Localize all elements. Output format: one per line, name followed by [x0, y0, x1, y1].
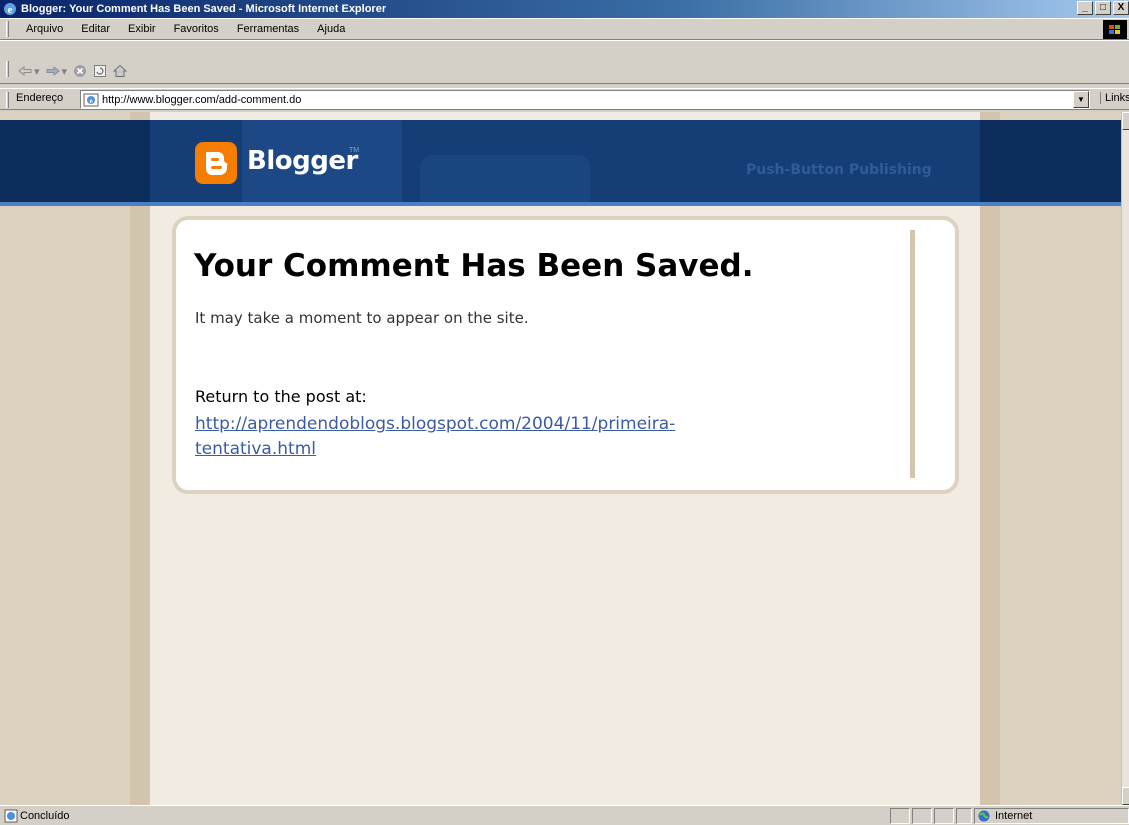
- forward-arrow-icon: [46, 66, 60, 76]
- status-text: Concluído: [20, 810, 70, 822]
- blogger-header: Blogger TM Push-Button Publishing: [0, 120, 1129, 206]
- stop-icon: [74, 65, 87, 77]
- status-bar: Concluído Internet: [0, 805, 1129, 825]
- right-shade: [980, 112, 1000, 805]
- confirmation-card: Your Comment Has Been Saved. It may take…: [172, 216, 959, 494]
- trademark-mark: TM: [349, 147, 360, 154]
- internet-zone-icon: [978, 810, 990, 822]
- blogger-logo-text[interactable]: Blogger: [247, 146, 358, 176]
- return-label: Return to the post at:: [195, 387, 367, 406]
- title-bar: e Blogger: Your Comment Has Been Saved -…: [0, 0, 1129, 18]
- menu-grip[interactable]: [6, 21, 9, 37]
- menu-ferramentas[interactable]: Ferramentas: [226, 23, 306, 35]
- window-controls: _ □ X: [1075, 1, 1129, 15]
- menu-exibir[interactable]: Exibir: [117, 23, 163, 35]
- scroll-up-button[interactable]: [1122, 112, 1129, 130]
- refresh-button[interactable]: [93, 64, 107, 78]
- page-done-icon: [4, 809, 18, 823]
- toolbar-grip[interactable]: [6, 61, 9, 77]
- address-bar: Endereço e ▼ Links: [0, 88, 1129, 110]
- windows-logo-icon: [1103, 20, 1127, 39]
- home-button[interactable]: [113, 64, 128, 78]
- menu-bar: Arquivo Editar Exibir Favoritos Ferramen…: [0, 18, 1129, 40]
- vertical-scrollbar[interactable]: [1121, 112, 1129, 805]
- status-panel: [912, 808, 932, 824]
- refresh-icon: [94, 65, 107, 77]
- menu-editar[interactable]: Editar: [70, 23, 117, 35]
- zone-text: Internet: [995, 810, 1033, 822]
- address-dropdown-button[interactable]: ▼: [1073, 91, 1089, 108]
- tagline: Push-Button Publishing: [746, 162, 932, 178]
- left-shade: [130, 112, 150, 805]
- back-arrow-icon: [18, 66, 32, 76]
- status-panel: [956, 808, 972, 824]
- status-panel: [890, 808, 910, 824]
- address-input[interactable]: [102, 92, 1052, 107]
- page-viewport: Blogger TM Push-Button Publishing Your C…: [0, 112, 1129, 805]
- post-link-line2: tentativa.html: [195, 439, 316, 459]
- address-grip[interactable]: [6, 92, 9, 108]
- header-decoration: [420, 155, 590, 202]
- maximize-button[interactable]: □: [1095, 1, 1111, 15]
- header-underline: [0, 202, 1129, 206]
- back-button[interactable]: ▾: [18, 65, 40, 78]
- address-field[interactable]: e ▼: [80, 90, 1090, 109]
- svg-text:e: e: [8, 4, 13, 16]
- toolbar-buttons: ▾ ▾: [18, 64, 128, 78]
- menu-arquivo[interactable]: Arquivo: [10, 23, 70, 35]
- forward-button[interactable]: ▾: [46, 65, 68, 78]
- links-button[interactable]: Links: [1100, 92, 1129, 104]
- close-button[interactable]: X: [1113, 1, 1129, 15]
- post-link[interactable]: http://aprendendoblogs.blogspot.com/2004…: [195, 412, 795, 462]
- confirmation-message: It may take a moment to appear on the si…: [195, 309, 529, 327]
- internet-explorer-icon: e: [3, 2, 17, 16]
- toolbar: ▾ ▾: [0, 40, 1129, 84]
- home-icon: [113, 64, 128, 77]
- stop-button[interactable]: [73, 64, 87, 78]
- menu-ajuda[interactable]: Ajuda: [306, 23, 352, 35]
- window-title: Blogger: Your Comment Has Been Saved - M…: [21, 3, 387, 15]
- menu-favoritos[interactable]: Favoritos: [163, 23, 226, 35]
- card-divider: [910, 230, 915, 478]
- status-panel: [934, 808, 954, 824]
- svg-text:e: e: [89, 97, 92, 105]
- post-link-line1: http://aprendendoblogs.blogspot.com/2004…: [195, 414, 676, 434]
- blogger-logo-icon[interactable]: [195, 142, 237, 184]
- page-title: Your Comment Has Been Saved.: [194, 248, 754, 284]
- address-label: Endereço: [16, 92, 64, 104]
- scroll-down-button[interactable]: [1122, 787, 1129, 805]
- dropdown-arrow-icon: ▾: [34, 65, 40, 78]
- page-icon: e: [83, 93, 99, 107]
- minimize-button[interactable]: _: [1077, 1, 1093, 15]
- dropdown-arrow-icon: ▾: [61, 65, 68, 78]
